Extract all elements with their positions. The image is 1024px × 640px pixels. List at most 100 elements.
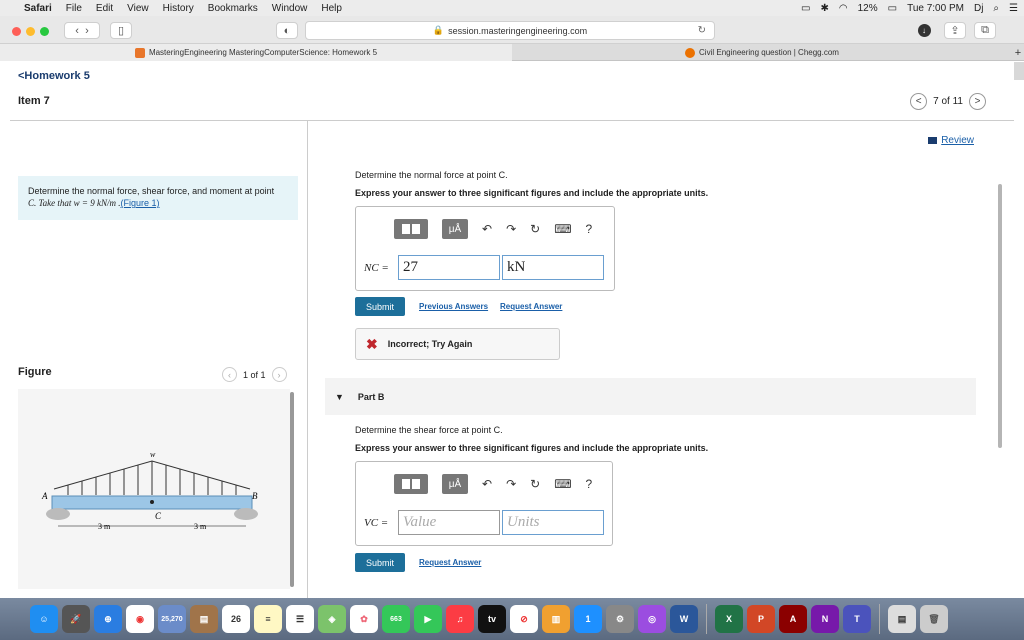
documents-folder-icon[interactable]: ▤ xyxy=(888,605,916,633)
spotlight-search-icon[interactable]: ⌕ xyxy=(993,3,999,14)
reset-icon[interactable]: ↻ xyxy=(530,477,540,491)
parta-units-input[interactable]: kN xyxy=(502,255,604,280)
reset-icon[interactable]: ↻ xyxy=(530,222,540,236)
music-icon[interactable]: ♫ xyxy=(446,605,474,633)
wifi-icon[interactable]: ◠ xyxy=(839,3,848,14)
zoom-window-button[interactable] xyxy=(40,27,49,36)
partb-submit-button[interactable]: Submit xyxy=(355,553,405,572)
units-button[interactable]: μÅ xyxy=(442,219,468,239)
menu-app-safari[interactable]: Safari xyxy=(24,3,52,14)
sidebar-toggle-button[interactable]: ▯ xyxy=(110,22,132,39)
templates-button[interactable] xyxy=(394,219,428,239)
privacy-shield-button[interactable]: ◐ xyxy=(276,22,298,39)
maps-icon[interactable]: ◈ xyxy=(318,605,346,633)
review-link[interactable]: Review xyxy=(928,135,974,146)
address-url: session.masteringengineering.com xyxy=(448,25,588,36)
launchpad-icon[interactable]: 🚀 xyxy=(62,605,90,633)
back-icon[interactable]: ‹ xyxy=(75,25,79,37)
previous-answers-link[interactable]: Previous Answers xyxy=(419,302,488,311)
books-icon[interactable]: ▥ xyxy=(542,605,570,633)
forward-icon[interactable]: › xyxy=(85,25,89,37)
prev-figure-button[interactable]: ‹ xyxy=(222,367,237,382)
chrome-icon[interactable]: ◉ xyxy=(126,605,154,633)
screen-mirroring-icon[interactable]: ▭ xyxy=(801,3,810,14)
trash-icon[interactable]: 🗑 xyxy=(920,605,948,633)
excel-icon[interactable]: X xyxy=(715,605,743,633)
prev-item-button[interactable]: < xyxy=(910,93,928,110)
menu-view[interactable]: View xyxy=(127,3,149,14)
help-icon[interactable]: ? xyxy=(586,477,593,491)
next-item-button[interactable]: > xyxy=(969,93,986,110)
partb-header[interactable]: ▼ Part B xyxy=(325,378,976,415)
close-window-button[interactable] xyxy=(12,27,21,36)
new-tab-button[interactable]: + xyxy=(1012,44,1024,61)
share-button[interactable]: ⇪ xyxy=(944,22,966,39)
photos-badge-icon[interactable]: 25,270 xyxy=(158,605,186,633)
tab-chegg[interactable]: Civil Engineering question | Chegg.com xyxy=(512,44,1012,61)
parta-request-answer-link[interactable]: Request Answer xyxy=(500,302,562,311)
page-scrollbar[interactable] xyxy=(998,184,1002,448)
next-figure-button[interactable]: › xyxy=(271,367,287,382)
parta-value-input[interactable]: 27 xyxy=(398,255,500,280)
download-button[interactable]: ↓ xyxy=(914,22,934,39)
undo-icon[interactable]: ↶ xyxy=(482,222,492,236)
powerpoint-icon[interactable]: P xyxy=(747,605,775,633)
label-a: A xyxy=(41,491,48,501)
parta-submit-button[interactable]: Submit xyxy=(355,297,405,316)
reminders-icon[interactable]: ☰ xyxy=(286,605,314,633)
tab-overview-button[interactable]: ⧉ xyxy=(974,22,996,39)
menu-bookmarks[interactable]: Bookmarks xyxy=(208,3,258,14)
tab-label: Civil Engineering question | Chegg.com xyxy=(699,48,839,57)
units-button[interactable]: μÅ xyxy=(442,474,468,494)
menu-history[interactable]: History xyxy=(163,3,194,14)
menu-window[interactable]: Window xyxy=(272,3,308,14)
acrobat-icon[interactable]: A xyxy=(779,605,807,633)
battery-percent[interactable]: 12% xyxy=(858,3,878,14)
figure-scrollbar[interactable] xyxy=(290,392,294,587)
finder-icon[interactable]: ☺ xyxy=(30,605,58,633)
dock-separator xyxy=(879,604,880,634)
menu-file[interactable]: File xyxy=(66,3,82,14)
notes-icon[interactable]: ≡ xyxy=(254,605,282,633)
partb-units-input[interactable]: Units xyxy=(502,510,604,535)
user-name[interactable]: Dj xyxy=(974,3,983,14)
menu-edit[interactable]: Edit xyxy=(96,3,113,14)
figure-link[interactable]: (Figure 1) xyxy=(121,198,160,208)
back-to-homework-link[interactable]: <Homework 5 xyxy=(18,70,90,82)
calendar-icon[interactable]: 26 xyxy=(222,605,250,633)
control-center-icon[interactable]: ☰ xyxy=(1009,3,1018,14)
podcasts-icon[interactable]: ◎ xyxy=(638,605,666,633)
teams-icon[interactable]: T xyxy=(843,605,871,633)
reload-icon[interactable]: ↻ xyxy=(698,25,706,36)
redo-icon[interactable]: ↷ xyxy=(506,477,516,491)
keyboard-icon[interactable]: ⌨ xyxy=(554,477,571,491)
bluetooth-icon[interactable]: ✱ xyxy=(820,3,828,14)
help-icon[interactable]: ? xyxy=(586,222,593,236)
back-forward-buttons[interactable]: ‹ › xyxy=(64,22,100,39)
word-icon[interactable]: W xyxy=(670,605,698,633)
undo-icon[interactable]: ↶ xyxy=(482,477,492,491)
clock[interactable]: Tue 7:00 PM xyxy=(907,3,964,14)
contacts-icon[interactable]: ▤ xyxy=(190,605,218,633)
photos-icon[interactable]: ✿ xyxy=(350,605,378,633)
partb-request-answer-link[interactable]: Request Answer xyxy=(419,558,481,567)
app-store-badge: 1 xyxy=(585,614,591,624)
minimize-window-button[interactable] xyxy=(26,27,35,36)
app-store-icon[interactable]: 1 xyxy=(574,605,602,633)
onenote-icon[interactable]: N xyxy=(811,605,839,633)
tab-mastering-engineering[interactable]: MasteringEngineering MasteringComputerSc… xyxy=(0,44,512,61)
news-icon[interactable]: ⊘ xyxy=(510,605,538,633)
safari-icon[interactable]: ⊕ xyxy=(94,605,122,633)
messages-icon[interactable]: 663 xyxy=(382,605,410,633)
battery-icon[interactable]: ▭ xyxy=(888,3,897,14)
menu-help[interactable]: Help xyxy=(321,3,342,14)
keyboard-icon[interactable]: ⌨ xyxy=(554,222,571,236)
system-preferences-icon[interactable]: ⚙ xyxy=(606,605,634,633)
tv-icon[interactable]: tv xyxy=(478,605,506,633)
facetime-icon[interactable]: ▶ xyxy=(414,605,442,633)
templates-button[interactable] xyxy=(394,474,428,494)
partb-answer-box: μÅ ↶ ↷ ↻ ⌨ ? VC = Value Units xyxy=(355,461,613,546)
address-bar[interactable]: 🔒 session.masteringengineering.com ↻ xyxy=(305,21,715,40)
partb-value-input[interactable]: Value xyxy=(398,510,500,535)
redo-icon[interactable]: ↷ xyxy=(506,222,516,236)
